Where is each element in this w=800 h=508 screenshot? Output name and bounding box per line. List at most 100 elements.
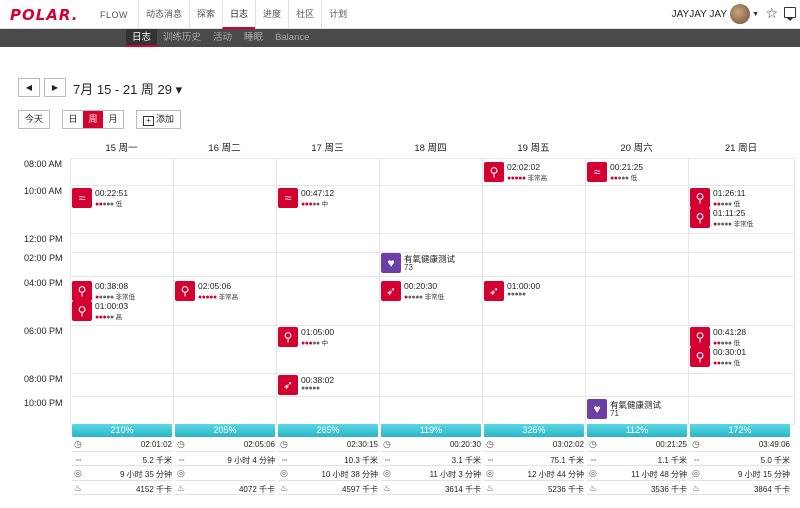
running-icon[interactable]: ➶: [484, 281, 504, 301]
avatar[interactable]: [730, 4, 750, 24]
training-load: 73: [404, 263, 413, 272]
tab-training-history[interactable]: 训练历史: [157, 29, 207, 47]
cycling-icon[interactable]: ⚲: [175, 281, 195, 301]
summary-row-duration: ◷ 02:30:15: [278, 437, 378, 452]
tab-sleep[interactable]: 睡眠: [238, 29, 269, 47]
running-icon[interactable]: ➶: [278, 375, 298, 395]
activity-entry[interactable]: ⚲ 01:00:03 ●●●●● 高: [72, 301, 171, 321]
activity-entry[interactable]: ⚲ 02:05:06 ●●●●● 非常高: [175, 281, 274, 301]
load-dots-filled: ●●●: [95, 314, 107, 321]
next-week-button[interactable]: ▶: [44, 78, 66, 97]
activity-goal-bar[interactable]: 112%: [587, 424, 687, 437]
activity-goal-bar[interactable]: 210%: [72, 424, 172, 437]
activity-entry[interactable]: ⚲ 01:11:25 ●●●●● 非常低: [690, 208, 792, 228]
activity-entry[interactable]: ➶ 00:20:30 ●●●●● 非常低: [381, 281, 480, 301]
today-button[interactable]: 今天: [18, 110, 50, 129]
nav-item-progress[interactable]: 进度: [255, 0, 288, 29]
activity-entry[interactable]: ♥ 有氧健康测试 73: [381, 253, 480, 273]
stopwatch-icon: ◷: [74, 439, 82, 449]
strength-icon[interactable]: ⚲: [72, 301, 92, 321]
strength-icon[interactable]: ⚲: [690, 347, 710, 367]
day-header[interactable]: 20 周六: [585, 140, 688, 156]
activity-entry[interactable]: ⚲ 00:38:08 ●●●●● 非常低: [72, 281, 171, 301]
activity-goal-bar[interactable]: 265%: [278, 424, 378, 437]
training-load: ●●●●● 非常高: [198, 291, 238, 301]
swim-icon[interactable]: ≈: [72, 188, 92, 208]
day-summary: 119% ◷ 00:20:30 ⇔ 3.1 千米 ◎ 11 小时 3 分钟 ♨ 3614 千卡: [381, 424, 481, 508]
calories-icon: ♨: [74, 482, 83, 493]
load-level: 非常低: [733, 221, 754, 228]
polar-logo[interactable]: POLAR.: [10, 6, 78, 24]
summary-row-sleep: ◎ 11 小时 48 分钟: [587, 466, 687, 481]
nav-item-community[interactable]: 社区: [288, 0, 321, 29]
cycling-icon[interactable]: ⚲: [278, 327, 298, 347]
calories-icon: ♨: [692, 482, 701, 493]
activity-entry[interactable]: ≈00:21:25 ●●●●● 低: [587, 162, 686, 182]
training-load: ●●●●● 中: [301, 337, 328, 347]
activity-entry[interactable]: ⚲ 01:05:00 ●●●●● 中: [278, 327, 377, 347]
activity-entry[interactable]: ≈00:47:12 ●●●●● 中: [278, 188, 377, 208]
day-header[interactable]: 19 周五: [482, 140, 585, 156]
activity-entry[interactable]: ⚲ 02:02:02 ●●●●● 非常高: [484, 162, 583, 182]
fitness-test-icon[interactable]: ♥: [381, 253, 401, 273]
chevron-down-icon[interactable]: ▼: [752, 11, 759, 18]
activity-entry[interactable]: ➶ 00:38:02 ●●●●●: [278, 375, 377, 395]
tab-balance[interactable]: Balance: [269, 29, 315, 47]
day-header[interactable]: 18 周四: [379, 140, 482, 156]
activity-duration: 00:38:08: [95, 281, 129, 291]
activity-duration: 00:41:28: [713, 327, 747, 337]
activity-entry[interactable]: ⚲ 00:41:28 ●●●●● 低: [690, 327, 792, 347]
day-header[interactable]: 16 周二: [173, 140, 276, 156]
load-dots-empty: ●●●●: [407, 294, 423, 301]
date-range-selector[interactable]: 7月 15 - 21 周 29 ▾: [73, 79, 182, 98]
summary-value: 4597 千卡: [341, 484, 378, 494]
nav-item-diary[interactable]: 日志: [222, 0, 256, 29]
activity-goal-bar[interactable]: 205%: [175, 424, 275, 437]
activity-entry[interactable]: ➶ 01:00:00 ●●●●●: [484, 281, 583, 301]
activity-entry[interactable]: ♥ 有氧健康测试 71: [587, 399, 686, 419]
nav-item-explore[interactable]: 探索: [189, 0, 222, 29]
tab-activity[interactable]: 活动: [207, 29, 238, 47]
day-header[interactable]: 15 周一: [70, 140, 173, 156]
message-icon[interactable]: [784, 7, 796, 21]
user-name[interactable]: JAYJAY JAY: [672, 9, 727, 20]
day-summary: 326% ◷ 03:02:02 ⇔ 75.1 千米 ◎ 12 小时 44 分钟 ♨ 5236 千…: [484, 424, 584, 508]
day-view-button[interactable]: 日: [63, 111, 83, 128]
activity-duration: 02:05:06: [198, 281, 232, 291]
summary-row-calories: ♨ 5236 千卡: [484, 481, 584, 495]
swim-icon[interactable]: ≈: [278, 188, 298, 208]
summary-value: 5.0 千米: [760, 455, 790, 465]
add-button[interactable]: + 添加: [136, 110, 181, 129]
strength-icon[interactable]: ⚲: [690, 327, 710, 347]
week-view-button[interactable]: 周: [83, 111, 103, 128]
star-icon[interactable]: ☆: [765, 5, 778, 22]
calories-icon: ♨: [280, 482, 289, 493]
calories-icon: ♨: [589, 482, 598, 493]
summary-row-distance: ⇔ 9 小时 4 分钟: [175, 452, 275, 466]
swim-icon[interactable]: ≈: [587, 162, 607, 182]
day-header[interactable]: 17 周三: [276, 140, 379, 156]
time-label: 12:00 PM: [24, 234, 63, 244]
activity-goal-bar[interactable]: 326%: [484, 424, 584, 437]
running-icon[interactable]: ➶: [381, 281, 401, 301]
strength-icon[interactable]: ⚲: [690, 188, 710, 208]
summary-row-duration: ◷ 03:49:06: [690, 437, 790, 452]
strength-icon[interactable]: ⚲: [72, 281, 92, 301]
previous-week-button[interactable]: ◀: [18, 78, 40, 97]
activity-goal-bar[interactable]: 172%: [690, 424, 790, 437]
training-load: ●●●●● 非常低: [95, 291, 135, 301]
training-load: ●●●●● 非常高: [507, 172, 547, 182]
fitness-test-icon[interactable]: ♥: [587, 399, 607, 419]
activity-entry[interactable]: ⚲ 01:26:11 ●●●●● 低: [690, 188, 792, 208]
activity-goal-bar[interactable]: 119%: [381, 424, 481, 437]
activity-entry[interactable]: ≈00:22:51 ●●●●● 低: [72, 188, 171, 208]
nav-item-programs[interactable]: 计划: [321, 0, 354, 29]
nav-item-feed[interactable]: 动态消息: [138, 0, 189, 29]
load-level: 低: [115, 201, 123, 208]
tab-diary[interactable]: 日志: [126, 29, 158, 47]
activity-entry[interactable]: ⚲ 00:30:01 ●●●●● 低: [690, 347, 792, 367]
day-header[interactable]: 21 周日: [688, 140, 794, 156]
strength-icon[interactable]: ⚲: [690, 208, 710, 228]
month-view-button[interactable]: 月: [103, 111, 123, 128]
cycling-icon[interactable]: ⚲: [484, 162, 504, 182]
